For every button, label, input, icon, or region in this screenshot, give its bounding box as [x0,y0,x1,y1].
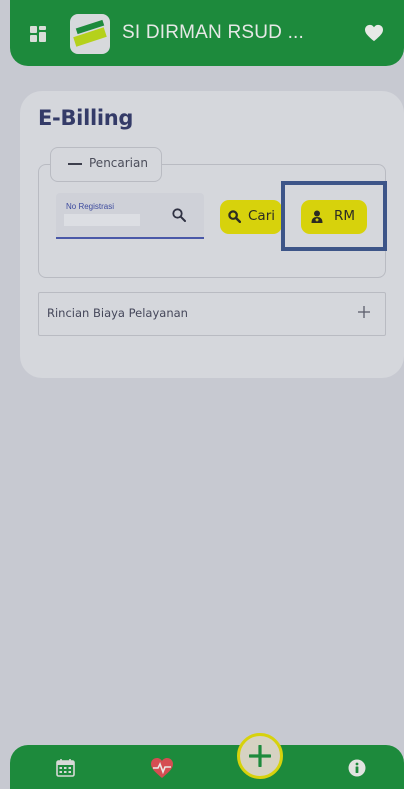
registration-input[interactable] [64,214,140,226]
add-fab-button[interactable] [237,733,283,779]
registration-label: No Registrasi [66,202,115,211]
heart-pulse-icon[interactable] [150,757,174,779]
rincian-accordion[interactable]: Rincian Biaya Pelayanan [38,292,386,336]
calendar-icon[interactable] [56,758,75,777]
app-title: SI DIRMAN RSUD ... [122,22,305,43]
search-icon [228,210,241,223]
cari-button[interactable]: Cari [220,200,282,234]
plus-icon[interactable] [357,305,371,319]
search-panel-legend: Pencarian [89,156,148,170]
plus-icon [249,745,271,767]
highlight-box [281,181,387,251]
app-screen: SI DIRMAN RSUD ... E-Billing Pencarian N… [0,0,404,789]
grid-icon[interactable] [30,26,46,42]
info-icon[interactable] [348,759,366,777]
cari-button-label: Cari [248,208,275,224]
search-panel-toggle[interactable]: Pencarian [50,147,162,182]
app-logo [70,14,110,54]
accordion-label: Rincian Biaya Pelayanan [47,306,188,320]
heart-icon[interactable] [364,24,384,42]
collapse-icon [68,163,82,165]
page-title: E-Billing [38,106,134,130]
search-icon[interactable] [172,208,186,222]
